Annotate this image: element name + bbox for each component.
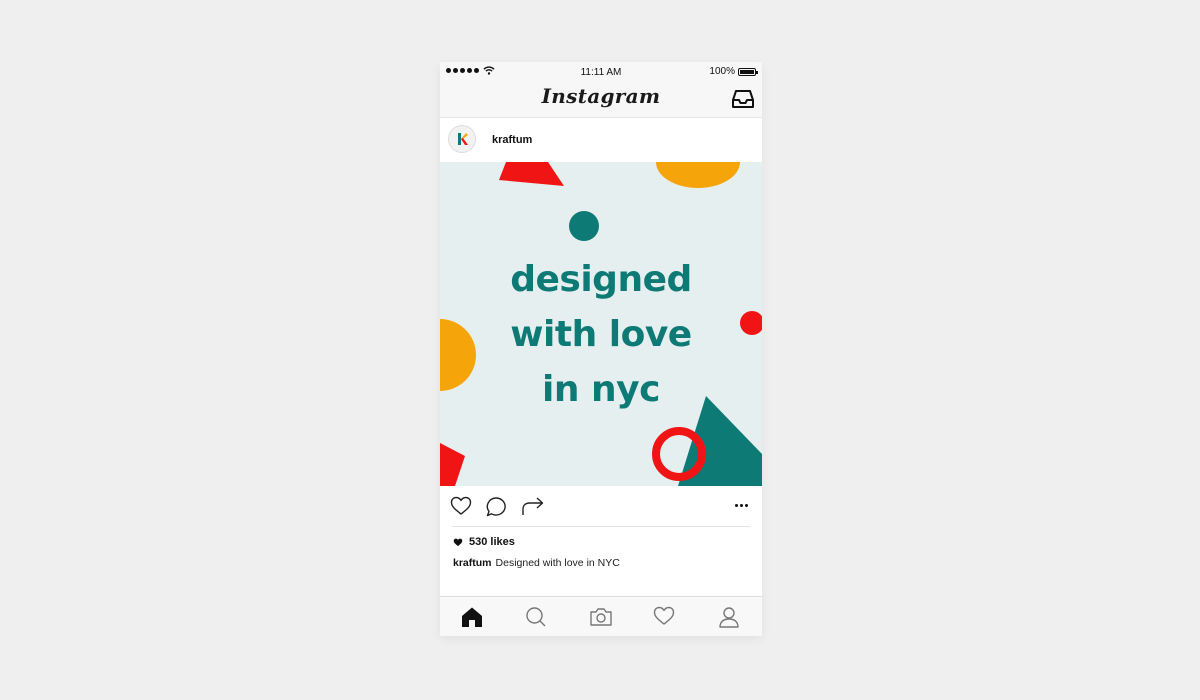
battery-icon <box>738 67 758 76</box>
teal-dot-shape <box>569 211 599 241</box>
comment-icon[interactable] <box>485 496 507 518</box>
yellow-semicircle-top-shape <box>656 162 740 188</box>
battery-percent: 100% <box>709 66 735 77</box>
share-arrow-icon[interactable] <box>521 496 545 516</box>
post-caption: kraftum Designed with love in NYC <box>453 557 620 569</box>
status-bar: 11:11 AM 100% <box>440 62 762 82</box>
heart-icon[interactable] <box>653 606 675 626</box>
home-icon[interactable] <box>460 606 484 628</box>
likes-count: 530 <box>469 536 488 548</box>
post-username[interactable]: kraftum <box>492 134 532 146</box>
app-logo: Instagram <box>541 84 661 108</box>
more-dots-icon[interactable] <box>735 504 748 507</box>
top-nav-bar: Instagram <box>440 82 762 118</box>
likes-row[interactable]: 530 likes <box>453 536 515 548</box>
actions-divider <box>452 526 750 527</box>
battery-indicator: 100% <box>709 66 758 77</box>
post-image[interactable]: designed with love in nyc <box>440 162 762 486</box>
phone-frame: 11:11 AM 100% Instagram kraftum designed… <box>440 62 762 636</box>
image-text-line-3: in nyc <box>542 369 660 410</box>
caption-username[interactable]: kraftum <box>453 557 492 569</box>
heart-filled-icon <box>453 538 463 546</box>
bottom-tab-bar <box>440 596 762 636</box>
heart-outline-icon[interactable] <box>450 496 472 516</box>
avatar[interactable] <box>448 125 476 153</box>
image-text-line-1: designed <box>510 259 692 300</box>
camera-icon[interactable] <box>589 606 613 628</box>
inbox-icon[interactable] <box>732 89 754 109</box>
likes-label: likes <box>490 536 515 548</box>
profile-icon[interactable] <box>718 606 740 628</box>
kraftum-logo-icon <box>458 133 468 145</box>
post-actions-bar <box>440 486 762 526</box>
red-triangle-top-shape <box>499 162 564 186</box>
caption-text: Designed with love in NYC <box>495 557 620 569</box>
post-header: kraftum <box>440 118 762 162</box>
image-text-line-2: with love <box>510 314 692 355</box>
post-image-text: designed with love in nyc <box>440 252 762 417</box>
search-icon[interactable] <box>525 606 547 628</box>
red-quad-left-shape <box>440 443 465 486</box>
